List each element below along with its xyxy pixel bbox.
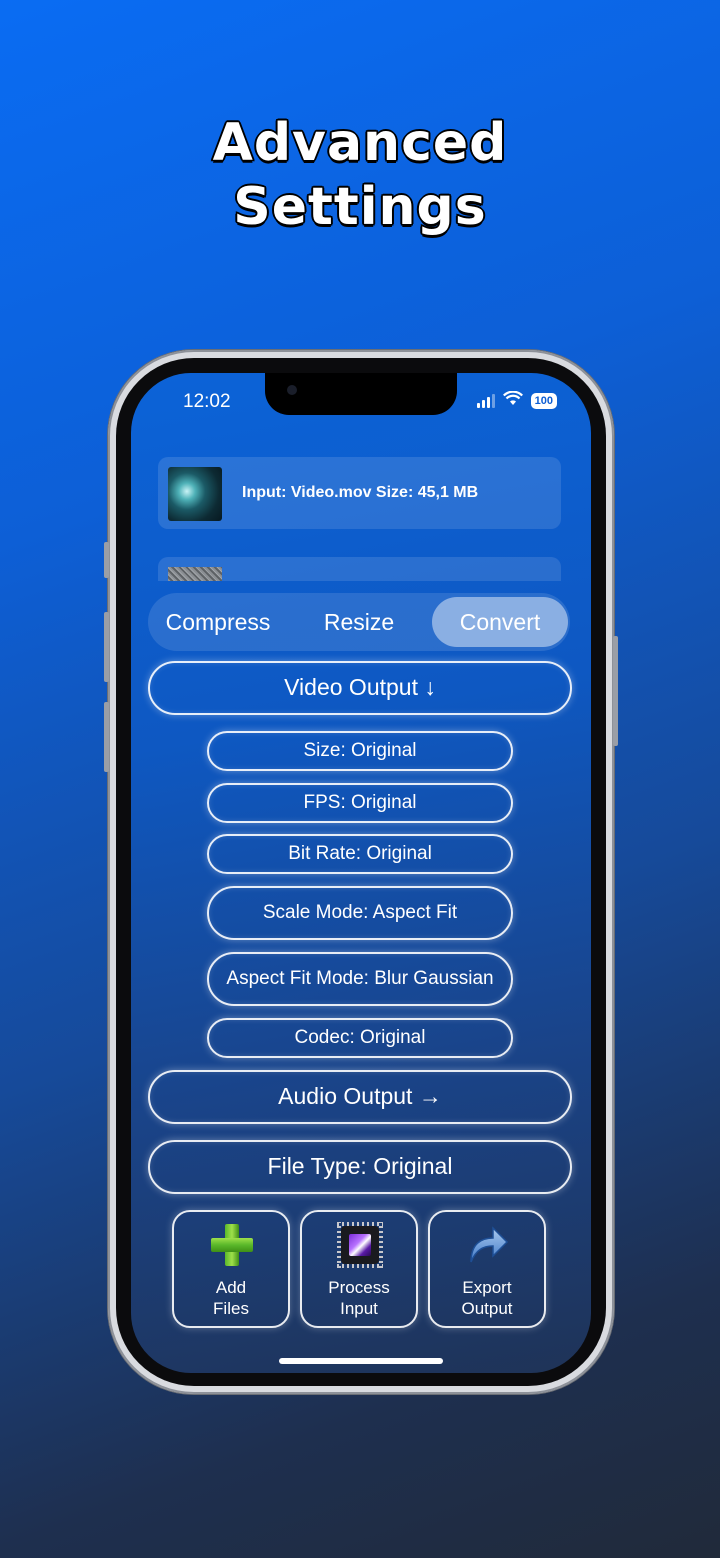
add-files-button[interactable]: Add Files [172,1210,290,1328]
volume-up-button [104,612,109,682]
scale-mode-option-button[interactable]: Scale Mode: Aspect Fit [207,886,513,940]
input-file-label: Input: Video.mov Size: 45,1 MB [242,484,479,501]
mode-segmented-control: Compress Resize Convert [148,593,570,651]
add-files-label-line1: Add [215,1278,247,1297]
phone-screen: 12:02 100 Input: Video.mov Size: 45,1 MB… [131,373,591,1373]
video-output-button[interactable]: Video Output ↓ [148,661,572,715]
codec-option-button[interactable]: Codec: Original [207,1018,513,1058]
export-output-label-line2: Output [461,1299,513,1318]
power-button [613,636,618,746]
second-file-card[interactable] [158,557,561,581]
add-files-label-line2: Files [213,1299,249,1318]
status-icons: 100 [476,390,557,411]
share-arrow-icon [465,1222,511,1268]
size-option-button[interactable]: Size: Original [207,731,513,771]
process-input-label: Process Input [302,1277,416,1319]
video-thumbnail-2 [168,567,222,581]
volume-down-button [104,702,109,772]
tab-compress[interactable]: Compress [150,597,286,647]
chip-icon [337,1222,383,1268]
tab-resize[interactable]: Resize [291,597,427,647]
audio-output-button[interactable]: Audio Output → [148,1070,572,1124]
wifi-icon [502,390,523,411]
process-input-button[interactable]: Process Input [300,1210,418,1328]
notch [265,373,457,415]
promo-headline-line2: Settings [232,176,487,239]
input-file-card[interactable]: Input: Video.mov Size: 45,1 MB [158,457,561,529]
battery-icon: 100 [530,393,557,409]
add-files-label: Add Files [174,1277,288,1319]
promo-headline-line1: Advanced [211,112,508,175]
file-type-button[interactable]: File Type: Original [148,1140,572,1194]
export-output-button[interactable]: Export Output [428,1210,546,1328]
bit-rate-option-button[interactable]: Bit Rate: Original [207,834,513,874]
plus-icon [209,1222,255,1268]
process-input-label-line1: Process [328,1278,390,1297]
aspect-fit-mode-option-button[interactable]: Aspect Fit Mode: Blur Gaussian [207,952,513,1006]
export-output-label: Export Output [430,1277,544,1319]
home-indicator[interactable] [279,1358,443,1364]
export-output-label-line1: Export [462,1278,512,1297]
fps-option-button[interactable]: FPS: Original [207,783,513,823]
video-thumbnail [168,467,222,521]
process-input-label-line2: Input [340,1299,378,1318]
mute-switch [104,542,109,578]
cellular-signal-icon [476,394,495,408]
status-time: 12:02 [183,391,231,412]
tab-convert[interactable]: Convert [432,597,568,647]
camera-icon [287,385,297,395]
